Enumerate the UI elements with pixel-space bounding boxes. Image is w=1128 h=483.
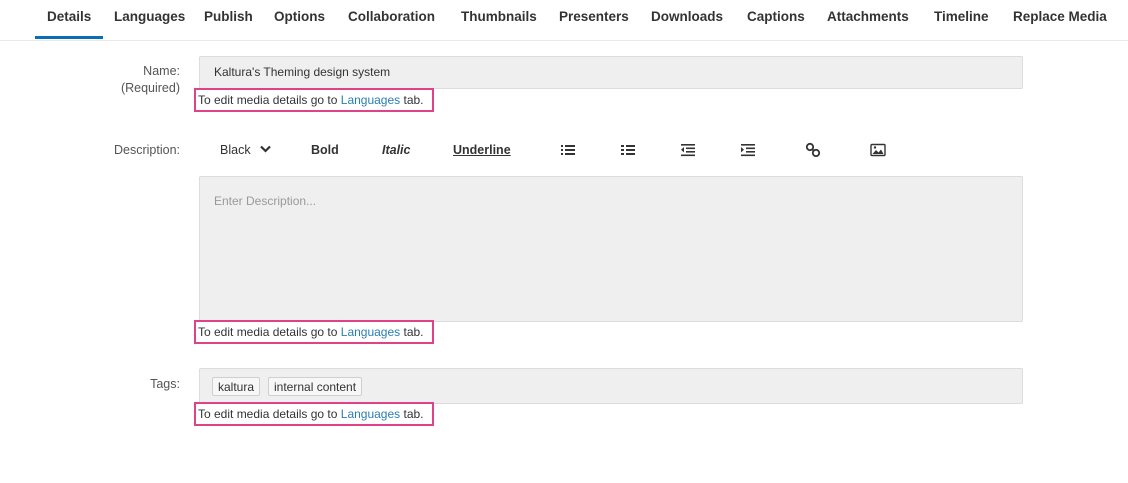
name-field[interactable]: Kaltura's Theming design system [199,56,1023,89]
tags-field[interactable]: kaltura internal content [199,368,1023,404]
description-placeholder: Enter Description... [214,194,317,208]
name-edit-hint: To edit media details go to Languages ta… [194,88,434,112]
indent-icon[interactable] [740,142,756,158]
tab-presenters[interactable]: Presenters [559,9,629,24]
tag-chip[interactable]: kaltura [212,377,261,396]
image-icon[interactable] [870,142,886,158]
tab-captions[interactable]: Captions [747,9,805,24]
outdent-icon[interactable] [680,142,696,158]
bold-button[interactable]: Bold [311,143,339,157]
tag-chip[interactable]: internal content [268,377,363,396]
hint-text: To edit media details go to [198,325,341,339]
tab-collaboration[interactable]: Collaboration [348,9,435,24]
underline-button[interactable]: Underline [453,143,511,157]
tab-bar: Details Languages Publish Options Collab… [0,0,1128,41]
name-required-label: (Required) [120,81,180,95]
name-label: Name: [143,64,180,78]
tab-details[interactable]: Details [34,9,104,39]
tab-publish[interactable]: Publish [204,9,253,24]
hint-suffix: tab. [400,93,424,107]
color-select[interactable]: Black [220,143,271,157]
chevron-down-icon [260,145,271,153]
tab-thumbnails[interactable]: Thumbnails [461,9,537,24]
tab-replace-media[interactable]: Replace Media [1013,9,1107,24]
hint-text: To edit media details go to [198,407,341,421]
languages-link[interactable]: Languages [341,93,400,107]
ordered-list-icon[interactable] [620,142,636,158]
languages-link[interactable]: Languages [341,407,400,421]
color-select-value: Black [220,143,251,157]
tab-languages[interactable]: Languages [114,9,185,24]
italic-button[interactable]: Italic [382,143,411,157]
unordered-list-icon[interactable] [560,142,576,158]
tab-timeline[interactable]: Timeline [934,9,989,24]
hint-suffix: tab. [400,407,424,421]
languages-link[interactable]: Languages [341,325,400,339]
tags-label: Tags: [150,377,180,391]
tab-downloads[interactable]: Downloads [651,9,723,24]
hint-text: To edit media details go to [198,93,341,107]
description-label: Description: [114,143,180,157]
link-icon[interactable] [805,142,821,158]
tab-options[interactable]: Options [274,9,325,24]
tags-edit-hint: To edit media details go to Languages ta… [194,402,434,426]
description-edit-hint: To edit media details go to Languages ta… [194,320,434,344]
hint-suffix: tab. [400,325,424,339]
name-value: Kaltura's Theming design system [214,65,391,79]
tab-attachments[interactable]: Attachments [827,9,909,24]
description-field[interactable]: Enter Description... [199,176,1023,322]
